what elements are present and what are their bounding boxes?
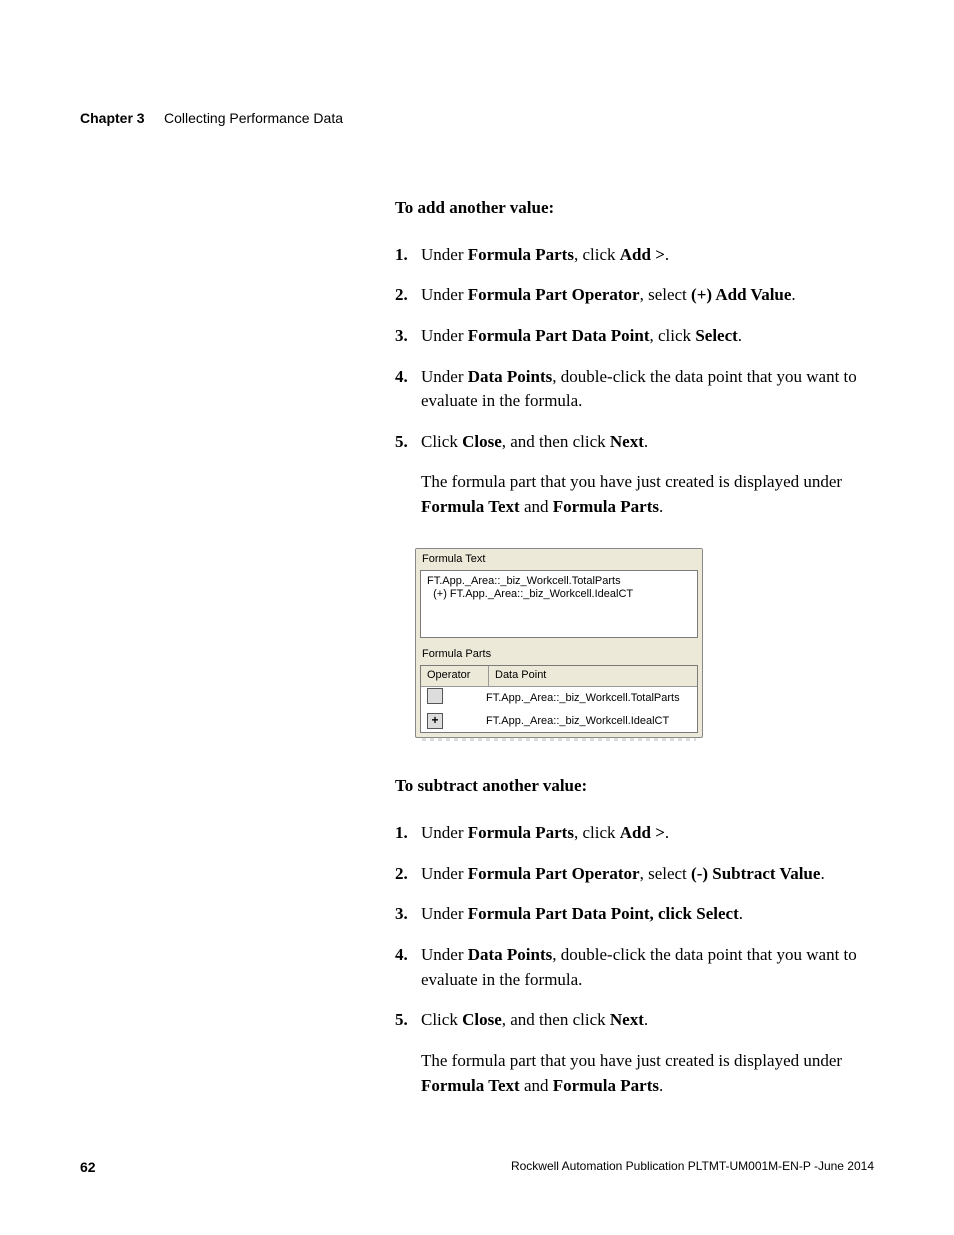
subtract-step-3: 3. Under Formula Part Data Point, click …: [395, 902, 874, 927]
text-fragment: Click: [421, 432, 462, 451]
text-fragment: , click: [574, 823, 620, 842]
subtract-step-1: 1. Under Formula Parts, click Add >.: [395, 821, 874, 846]
datapoint-cell: FT.App._Area::_biz_Workcell.TotalParts: [482, 689, 697, 709]
text-fragment: .: [665, 245, 669, 264]
add-step-3: 3. Under Formula Part Data Point, click …: [395, 324, 874, 349]
subtract-step-4: 4. Under Data Points, double-click the d…: [395, 943, 874, 992]
text-fragment: .: [738, 326, 742, 345]
text-fragment: Add >: [620, 245, 665, 264]
running-header: Chapter 3 Collecting Performance Data: [80, 110, 874, 126]
add-step-2: 2. Under Formula Part Operator, select (…: [395, 283, 874, 308]
text-fragment: Formula Parts: [553, 497, 659, 516]
operator-box: [427, 688, 443, 704]
text-fragment: Close: [462, 432, 502, 451]
text-fragment: Under: [421, 864, 468, 883]
text-fragment: .: [791, 285, 795, 304]
text-fragment: .: [739, 904, 743, 923]
text-fragment: .: [820, 864, 824, 883]
text-fragment: , click: [574, 245, 620, 264]
subtract-section-title: To subtract another value:: [395, 774, 874, 799]
text-fragment: Data Points: [468, 945, 553, 964]
text-fragment: .: [659, 497, 663, 516]
text-fragment: , click: [650, 326, 696, 345]
table-row[interactable]: + FT.App._Area::_biz_Workcell.IdealCT: [421, 711, 697, 733]
text-fragment: (+) Add Value: [691, 285, 791, 304]
text-fragment: Close: [462, 1010, 502, 1029]
text-fragment: Formula Part Operator: [468, 285, 640, 304]
text-fragment: Under: [421, 245, 468, 264]
text-fragment: (-) Subtract Value: [691, 864, 820, 883]
table-header: Operator Data Point: [421, 666, 697, 687]
text-fragment: , and then click: [502, 432, 610, 451]
text-fragment: and: [520, 1076, 553, 1095]
text-fragment: Formula Part Data Point: [468, 904, 650, 923]
chapter-title: Collecting Performance Data: [164, 110, 343, 126]
text-fragment: Data Points: [468, 367, 553, 386]
col-operator: Operator: [421, 666, 489, 686]
text-fragment: Next: [610, 432, 644, 451]
chapter-label: Chapter 3: [80, 110, 145, 126]
add-step-1: 1. Under Formula Parts, click Add >.: [395, 243, 874, 268]
formula-editor-screenshot: Formula Text FT.App._Area::_biz_Workcell…: [415, 548, 703, 739]
text-fragment: Formula Text: [421, 1076, 520, 1095]
subtract-step-5: 5. Click Close, and then click Next. The…: [395, 1008, 874, 1098]
text-fragment: , click: [650, 904, 697, 923]
text-fragment: Under: [421, 904, 468, 923]
add-step-4: 4. Under Data Points, double-click the d…: [395, 365, 874, 414]
add-step-5: 5. Click Close, and then click Next. The…: [395, 430, 874, 520]
text-fragment: .: [659, 1076, 663, 1095]
publication-id: Rockwell Automation Publication PLTMT-UM…: [511, 1159, 874, 1175]
formula-parts-label: Formula Parts: [416, 644, 702, 665]
text-fragment: Formula Parts: [468, 823, 574, 842]
text-fragment: .: [644, 1010, 648, 1029]
text-fragment: Formula Parts: [553, 1076, 659, 1095]
text-fragment: Next: [610, 1010, 644, 1029]
text-fragment: Under: [421, 945, 468, 964]
text-fragment: Under: [421, 823, 468, 842]
text-fragment: , select: [640, 864, 691, 883]
text-fragment: Formula Text: [421, 497, 520, 516]
add-section-title: To add another value:: [395, 196, 874, 221]
text-fragment: Formula Parts: [468, 245, 574, 264]
content-area: To add another value: 1. Under Formula P…: [395, 196, 874, 1098]
text-fragment: The formula part that you have just crea…: [421, 472, 842, 491]
text-fragment: and: [520, 497, 553, 516]
add-steps: 1. Under Formula Parts, click Add >. 2. …: [395, 243, 874, 520]
formula-text-label: Formula Text: [416, 549, 702, 570]
text-fragment: Under: [421, 326, 468, 345]
text-fragment: Under: [421, 285, 468, 304]
text-fragment: Formula Part Operator: [468, 864, 640, 883]
subtract-step-2: 2. Under Formula Part Operator, select (…: [395, 862, 874, 887]
subtract-steps: 1. Under Formula Parts, click Add >. 2. …: [395, 821, 874, 1098]
text-fragment: , and then click: [502, 1010, 610, 1029]
page: Chapter 3 Collecting Performance Data To…: [0, 0, 954, 1235]
text-fragment: Click: [421, 1010, 462, 1029]
text-fragment: Select: [695, 326, 737, 345]
formula-parts-table: Operator Data Point FT.App._Area::_biz_W…: [420, 665, 698, 734]
operator-box: +: [427, 713, 443, 729]
text-fragment: The formula part that you have just crea…: [421, 1051, 842, 1070]
text-fragment: .: [665, 823, 669, 842]
datapoint-cell: FT.App._Area::_biz_Workcell.IdealCT: [482, 712, 697, 732]
text-fragment: Select: [696, 904, 738, 923]
footer: 62 Rockwell Automation Publication PLTMT…: [80, 1159, 874, 1175]
text-fragment: Add >: [620, 823, 665, 842]
text-fragment: , select: [640, 285, 691, 304]
table-row[interactable]: FT.App._Area::_biz_Workcell.TotalParts: [421, 687, 697, 711]
text-fragment: Under: [421, 367, 468, 386]
page-number: 62: [80, 1159, 96, 1175]
text-fragment: Formula Part Data Point: [468, 326, 650, 345]
col-datapoint: Data Point: [489, 666, 697, 686]
formula-text-box[interactable]: FT.App._Area::_biz_Workcell.TotalParts (…: [420, 570, 698, 638]
text-fragment: .: [644, 432, 648, 451]
